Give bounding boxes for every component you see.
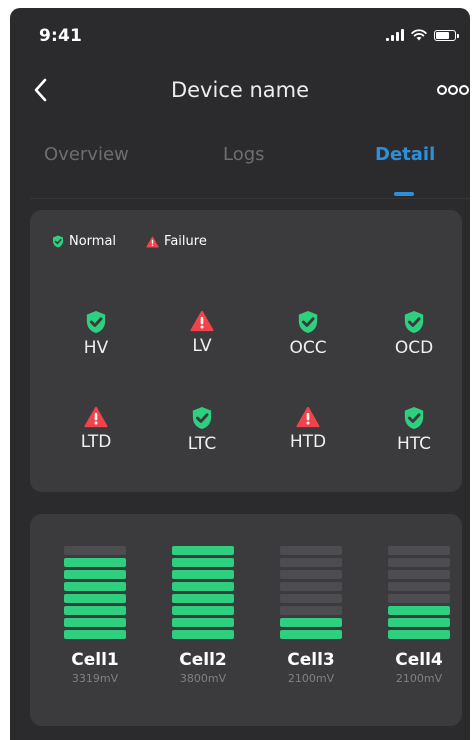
- cell-level-segment: [280, 582, 342, 591]
- legend-normal: Normal: [52, 234, 116, 249]
- status-legend: Normal Failure: [52, 234, 207, 249]
- cell-voltage: 3319mV: [71, 672, 119, 685]
- cell-1: Cell1 3319mV: [64, 546, 126, 685]
- shield-check-icon: [53, 235, 63, 248]
- protection-status-card: Normal Failure HV LV OCC OCD LTD LTC HTD HTC: [30, 210, 462, 492]
- cell-level-segment: [172, 570, 234, 579]
- protection-ocd: OCD: [374, 310, 454, 358]
- protection-ltd: LTD: [56, 406, 136, 452]
- app-screen: 9:41 Device name Overview Logs Detail No…: [10, 8, 470, 740]
- warning-triangle-icon: [296, 406, 320, 428]
- shield-check-icon: [86, 311, 106, 333]
- protection-htc: HTC: [374, 406, 454, 454]
- navigation-bar: Device name: [10, 70, 470, 110]
- protection-label: LTD: [80, 432, 112, 452]
- cell-voltage-card: Cell1 3319mV Cell2 3800mV Cell3 2100mV Cell4 21…: [30, 514, 462, 726]
- cell-level-segment: [64, 606, 126, 615]
- protection-label: OCD: [394, 338, 434, 358]
- cell-level-segment: [280, 630, 342, 639]
- warning-triangle-icon: [146, 236, 159, 247]
- tab-bar: Overview Logs Detail: [10, 140, 470, 200]
- protection-label: LV: [192, 336, 212, 356]
- wifi-icon: [411, 29, 427, 41]
- protection-label: HV: [83, 338, 109, 358]
- cell-level-segment: [388, 630, 450, 639]
- protection-occ: OCC: [268, 310, 348, 358]
- shield-check-icon: [404, 407, 424, 429]
- cell-level-segment: [172, 606, 234, 615]
- cell-level-segment: [280, 594, 342, 603]
- cell-level-segment: [172, 630, 234, 639]
- cell-4: Cell4 2100mV: [388, 546, 450, 685]
- cell-level-segment: [64, 546, 126, 555]
- warning-triangle-icon: [84, 406, 108, 428]
- cell-level-segment: [388, 582, 450, 591]
- cell-level-segment: [64, 618, 126, 627]
- cell-voltage: 2100mV: [395, 672, 443, 685]
- page-title: Device name: [170, 78, 310, 102]
- cell-level-segment: [280, 546, 342, 555]
- status-time: 9:41: [39, 26, 83, 46]
- protection-lv: LV: [162, 310, 242, 356]
- legend-failure-label: Failure: [164, 234, 207, 249]
- legend-failure: Failure: [146, 234, 207, 249]
- protection-label: OCC: [289, 338, 327, 358]
- cell-voltage: 2100mV: [287, 672, 335, 685]
- shield-check-icon: [298, 311, 318, 333]
- status-icons: [386, 29, 459, 41]
- cell-level-segment: [280, 558, 342, 567]
- cell-level-bars: [64, 546, 126, 639]
- cell-3: Cell3 2100mV: [280, 546, 342, 685]
- cell-level-segment: [172, 558, 234, 567]
- cell-level-segment: [388, 570, 450, 579]
- cell-level-segment: [172, 594, 234, 603]
- cell-level-segment: [172, 546, 234, 555]
- status-bar: 9:41: [10, 8, 470, 64]
- tab-logs[interactable]: Logs: [223, 144, 265, 165]
- battery-icon: [434, 29, 459, 41]
- warning-triangle-icon: [190, 310, 214, 332]
- cell-level-segment: [64, 594, 126, 603]
- cell-2: Cell2 3800mV: [172, 546, 234, 685]
- tab-detail[interactable]: Detail: [375, 144, 435, 165]
- tab-divider: [30, 198, 470, 199]
- more-options-icon[interactable]: [436, 80, 470, 100]
- cell-voltage: 3800mV: [179, 672, 227, 685]
- cell-level-segment: [280, 618, 342, 627]
- cell-level-bars: [280, 546, 342, 639]
- shield-check-icon: [192, 407, 212, 429]
- cell-level-segment: [388, 546, 450, 555]
- tab-overview[interactable]: Overview: [44, 144, 129, 165]
- protection-label: HTC: [396, 434, 432, 454]
- protection-hv: HV: [56, 310, 136, 358]
- cell-name: Cell1: [71, 650, 119, 670]
- cell-level-segment: [64, 570, 126, 579]
- cell-level-bars: [388, 546, 450, 639]
- cell-level-segment: [64, 558, 126, 567]
- cell-level-segment: [172, 582, 234, 591]
- cell-name: Cell3: [287, 650, 335, 670]
- cell-level-segment: [172, 618, 234, 627]
- protection-ltc: LTC: [162, 406, 242, 454]
- cell-name: Cell4: [395, 650, 443, 670]
- legend-normal-label: Normal: [69, 234, 117, 249]
- cell-level-segment: [280, 606, 342, 615]
- cell-level-segment: [64, 630, 126, 639]
- cellular-signal-icon: [386, 29, 404, 41]
- cell-level-segment: [64, 582, 126, 591]
- cell-level-bars: [172, 546, 234, 639]
- protection-label: LTC: [187, 434, 217, 454]
- protection-htd: HTD: [268, 406, 348, 452]
- cell-name: Cell2: [179, 650, 227, 670]
- cell-level-segment: [388, 618, 450, 627]
- cell-level-segment: [388, 558, 450, 567]
- protection-label: HTD: [289, 432, 327, 452]
- active-tab-indicator: [394, 192, 414, 196]
- cell-level-segment: [388, 606, 450, 615]
- shield-check-icon: [404, 311, 424, 333]
- cell-level-segment: [388, 594, 450, 603]
- cell-level-segment: [280, 570, 342, 579]
